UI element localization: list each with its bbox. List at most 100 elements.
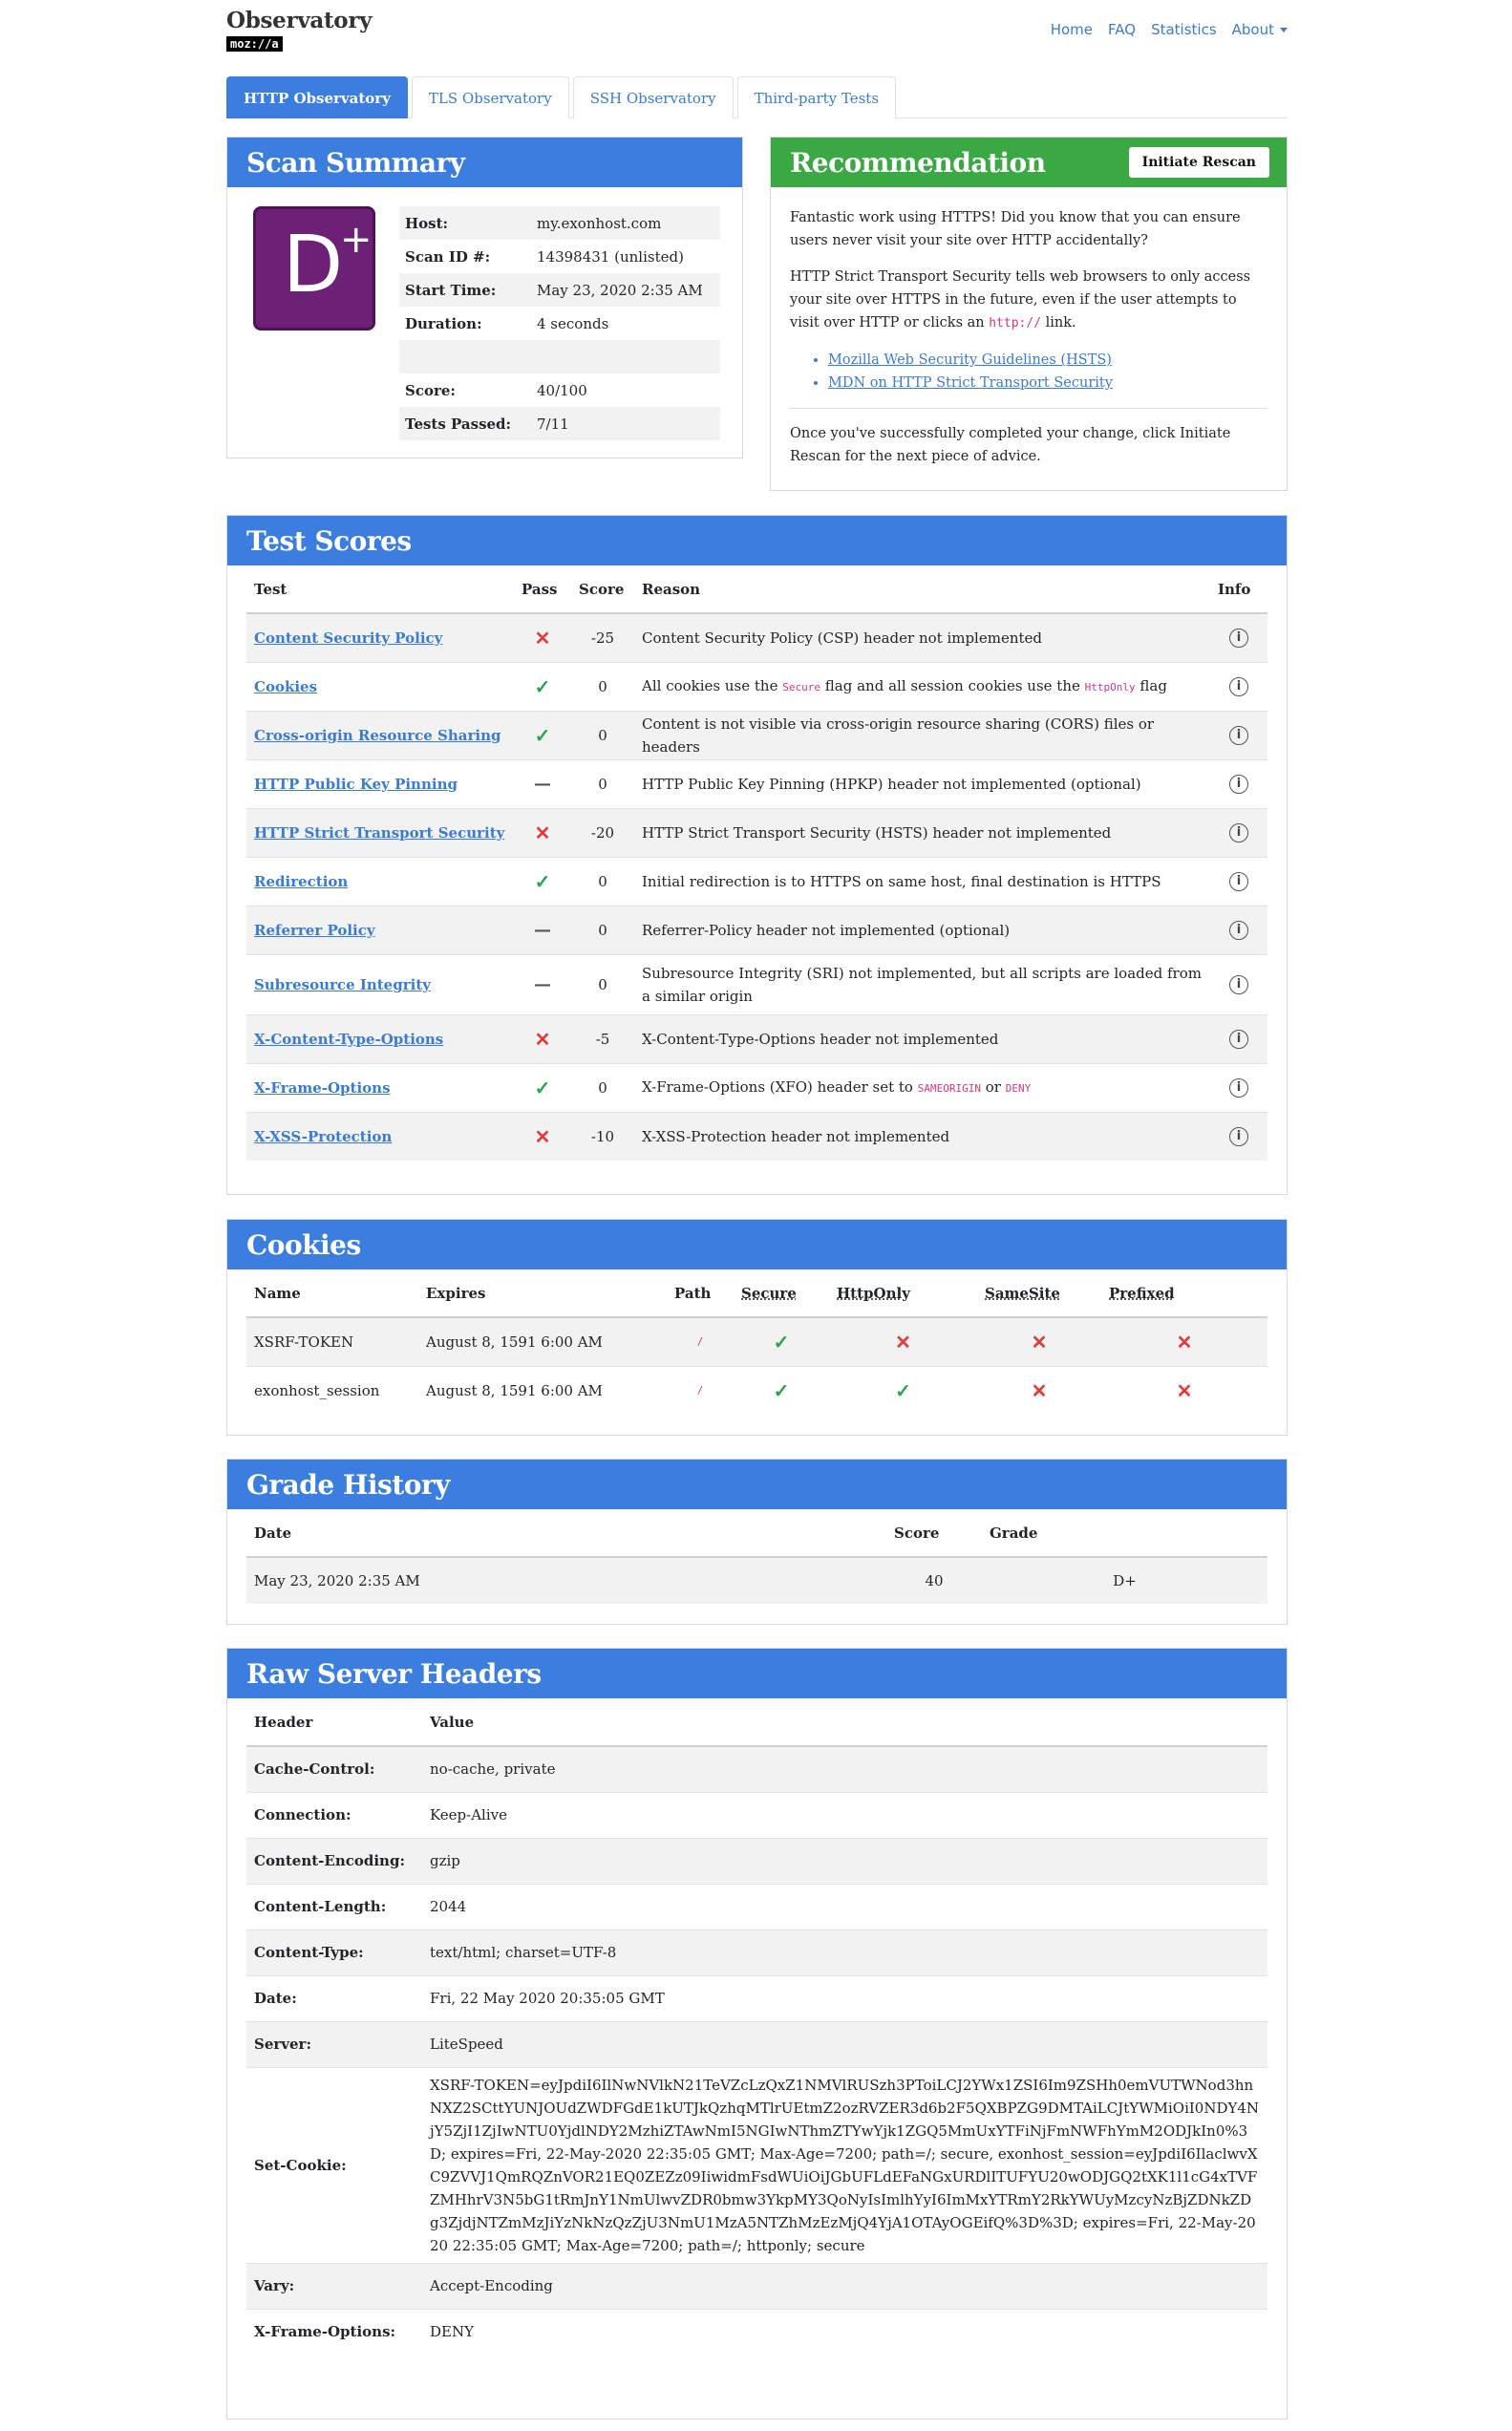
cookies-title: Cookies [227, 1220, 1287, 1269]
check-icon: ✓ [534, 674, 551, 698]
info-icon[interactable]: i [1229, 775, 1248, 794]
test-reason: Subresource Integrity (SRI) not implemen… [634, 953, 1210, 1014]
reason-text: Initial redirection is to HTTPS on same … [642, 872, 1161, 890]
header-value: text/html; charset=UTF-8 [422, 1929, 1267, 1975]
check-icon: ✓ [534, 1076, 551, 1099]
chevron-down-icon [1280, 28, 1288, 32]
info-icon[interactable]: i [1229, 823, 1248, 842]
test-link[interactable]: Referrer Policy [254, 922, 375, 939]
tab-ssh-observatory[interactable]: SSH Observatory [572, 76, 734, 118]
test-link[interactable]: Content Security Policy [254, 629, 442, 647]
info-icon[interactable]: i [1229, 1030, 1248, 1049]
test-row: Referrer Policy — 0 Referrer-Policy header … [246, 905, 1267, 954]
rec-hsts-text: HTTP Strict Transport Security tells web… [790, 266, 1267, 335]
tab-http-observatory[interactable]: HTTP Observatory [226, 76, 408, 118]
col-samesite[interactable]: SameSite [977, 1269, 1101, 1318]
raw-headers-card: Raw Server Headers Header Value Cache-Co… [226, 1648, 1288, 2420]
header-name: Vary: [246, 2262, 422, 2309]
cross-icon: ✕ [1176, 1330, 1193, 1354]
info-icon[interactable]: i [1229, 921, 1248, 940]
test-score: 0 [571, 661, 634, 711]
tab-third-party-tests[interactable]: Third-party Tests [736, 76, 897, 118]
col-value: Value [422, 1698, 1267, 1747]
history-grade: D+ [982, 1556, 1267, 1604]
header-row: Content-Length: 2044 [246, 1883, 1267, 1930]
info-icon[interactable]: i [1229, 872, 1248, 891]
header-row: Cache-Control: no-cache, private [246, 1745, 1267, 1792]
header-value: LiteSpeed [422, 2020, 1267, 2067]
col-prefixed[interactable]: Prefixed [1101, 1269, 1267, 1318]
test-link[interactable]: Redirection [254, 873, 348, 890]
initiate-rescan-button[interactable]: Initiate Rescan [1128, 147, 1269, 178]
test-reason: Initial redirection is to HTTPS on same … [634, 856, 1210, 906]
reason-code-2: HttpOnly [1084, 680, 1136, 693]
info-icon[interactable]: i [1229, 629, 1248, 649]
reason-text: All cookies use the [642, 676, 778, 694]
nav-home[interactable]: Home [1051, 21, 1093, 38]
info-icon[interactable]: i [1229, 1078, 1248, 1098]
nav-statistics[interactable]: Statistics [1151, 21, 1217, 38]
col-history-score: Score [886, 1509, 982, 1558]
header-name: Content-Type: [246, 1929, 422, 1975]
col-reason: Reason [634, 565, 1210, 614]
header-value: Keep-Alive [422, 1791, 1267, 1838]
reason-text: Content is not visible via cross-origin … [642, 714, 1155, 756]
col-expires: Expires [418, 1269, 667, 1318]
header-value: Fri, 22 May 2020 20:35:05 GMT [422, 1974, 1267, 2021]
reason-text-mid: or [985, 1077, 1001, 1096]
rec-link-mdn-hsts[interactable]: MDN on HTTP Strict Transport Security [828, 372, 1267, 395]
col-pass: Pass [514, 565, 571, 614]
info-icon[interactable]: i [1229, 677, 1248, 696]
cookie-expires: August 8, 1591 6:00 AM [418, 1316, 667, 1366]
header-row: Connection: Keep-Alive [246, 1791, 1267, 1838]
cookies-table: Name Expires Path Secure HttpOnly SameSi… [246, 1269, 1267, 1415]
reason-text: HTTP Strict Transport Security (HSTS) he… [642, 823, 1112, 842]
header-row: X-Frame-Options: DENY [246, 2308, 1267, 2355]
nav-faq[interactable]: FAQ [1108, 21, 1136, 38]
reason-text: Referrer-Policy header not implemented (… [642, 921, 1011, 939]
header-value: 2044 [422, 1883, 1267, 1930]
rec-link-mozilla-guidelines[interactable]: Mozilla Web Security Guidelines (HSTS) [828, 349, 1267, 372]
test-link[interactable]: HTTP Strict Transport Security [254, 824, 504, 842]
col-httponly[interactable]: HttpOnly [829, 1269, 977, 1318]
test-link[interactable]: X-XSS-Protection [254, 1128, 392, 1145]
nav-about[interactable]: About [1232, 21, 1288, 38]
info-icon[interactable]: i [1229, 726, 1248, 745]
rec-links: Mozilla Web Security Guidelines (HSTS) M… [828, 349, 1267, 395]
cookie-row: exonhost_session August 8, 1591 6:00 AM / ✓… [246, 1365, 1267, 1415]
info-icon[interactable]: i [1229, 1127, 1248, 1147]
tab-bar: HTTP Observatory TLS Observatory SSH Obs… [226, 76, 1288, 118]
cross-icon: ✕ [534, 1124, 551, 1148]
test-link[interactable]: Cookies [254, 678, 317, 695]
mozilla-logo[interactable]: moz://a [226, 36, 283, 52]
test-link[interactable]: X-Content-Type-Options [254, 1031, 443, 1048]
history-row: May 23, 2020 2:35 AM 40 D+ [246, 1556, 1267, 1604]
test-link[interactable]: Cross-origin Resource Sharing [254, 727, 501, 744]
dash-icon: — [534, 920, 551, 940]
scan-summary-title: Scan Summary [227, 138, 742, 187]
test-scores-card: Test Scores Test Pass Score Reason Info … [226, 515, 1288, 1195]
header-name: Cache-Control: [246, 1745, 422, 1792]
test-link[interactable]: HTTP Public Key Pinning [254, 776, 458, 793]
col-grade: Grade [982, 1509, 1267, 1558]
top-bar: Observatory moz://a Home FAQ Statistics … [226, 0, 1288, 76]
grade-modifier: + [340, 218, 373, 262]
col-score: Score [571, 565, 634, 614]
tab-tls-observatory[interactable]: TLS Observatory [411, 76, 569, 118]
grade-history-title: Grade History [227, 1460, 1287, 1509]
col-secure[interactable]: Secure [734, 1269, 829, 1318]
reason-text: X-Frame-Options (XFO) header set to [642, 1077, 913, 1096]
grade-badge: D + [253, 206, 375, 331]
test-reason: Referrer-Policy header not implemented (… [634, 905, 1210, 954]
info-icon[interactable]: i [1229, 975, 1248, 994]
test-link[interactable]: X-Frame-Options [254, 1079, 391, 1097]
observatory-logo[interactable]: Observatory [226, 8, 373, 33]
summary-row: Duration: 4 seconds [399, 307, 720, 340]
test-row: HTTP Public Key Pinning — 0 HTTP Public Key… [246, 758, 1267, 808]
test-link[interactable]: Subresource Integrity [254, 976, 431, 993]
header-name: Server: [246, 2020, 422, 2067]
header-name: Content-Encoding: [246, 1837, 422, 1884]
header-value: XSRF-TOKEN=eyJpdiI6IlNwNVlkN21TeVZcLzQxZ… [422, 2066, 1267, 2263]
test-score: 0 [571, 710, 634, 759]
header-row: Set-Cookie: XSRF-TOKEN=eyJpdiI6IlNwNVlkN2… [246, 2066, 1267, 2263]
